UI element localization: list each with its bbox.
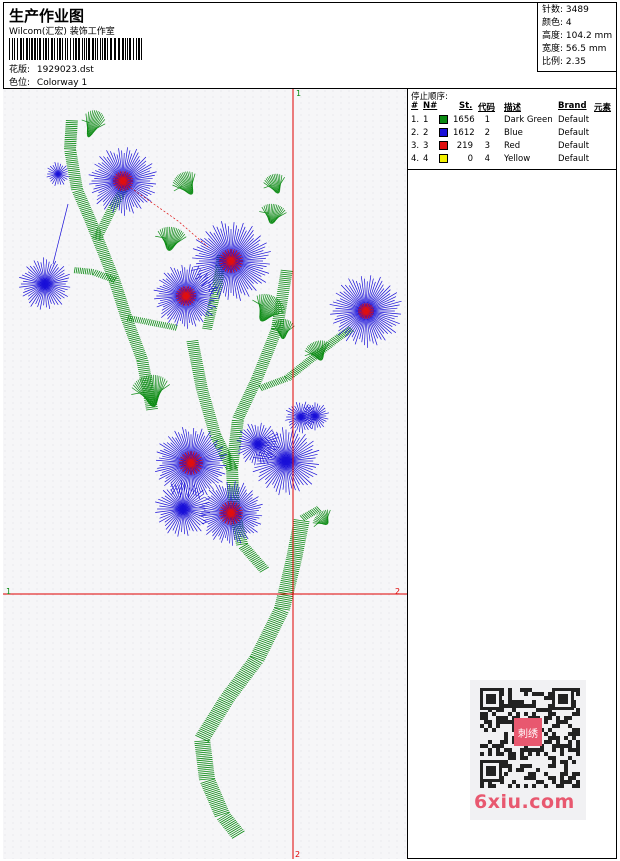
row-num: 3. bbox=[411, 141, 420, 151]
stop-sequence-header: # N# St. 代码 描述 Brand 元素 bbox=[408, 101, 617, 113]
axis-label-right: 2 bbox=[395, 587, 400, 596]
col-st: St. bbox=[459, 101, 473, 111]
stop-row: 3. 3 219 3 Red Default bbox=[408, 141, 617, 154]
col-brand: Brand bbox=[558, 101, 587, 111]
header: 生产作业图 Wilcom(汇宏) 装饰工作室 花版: 1929023.dst 色… bbox=[3, 2, 617, 89]
colorway-line: 色位: Colorway 1 bbox=[9, 75, 87, 88]
row-desc: Blue bbox=[504, 128, 523, 138]
row-num: 1. bbox=[411, 115, 420, 125]
row-desc: Yellow bbox=[504, 154, 531, 164]
design-file-line: 花版: 1929023.dst bbox=[9, 62, 94, 75]
row-n: 3 bbox=[423, 141, 429, 151]
row-color-swatch bbox=[439, 115, 448, 124]
stats-box: 针数: 3489 颜色: 4 高度: 104.2 mm 宽度: 56.5 mm … bbox=[537, 2, 617, 72]
axis-label-left: 1 bbox=[6, 587, 11, 596]
colorway-label: 色位: bbox=[9, 78, 31, 88]
stop-row: 4. 4 0 4 Yellow Default bbox=[408, 154, 617, 167]
row-stitches: 219 bbox=[456, 141, 473, 151]
company-name: Wilcom(汇宏) 装饰工作室 bbox=[9, 27, 115, 37]
stat-colors: 颜色: 4 bbox=[542, 18, 572, 28]
row-desc: Red bbox=[504, 141, 521, 151]
col-desc: 描述 bbox=[504, 103, 522, 113]
colorway-value: Colorway 1 bbox=[36, 78, 88, 88]
axis-label-top: 1 bbox=[296, 89, 301, 98]
watermark-stamp-text: 刺绣 bbox=[518, 727, 538, 740]
col-code: 代码 bbox=[478, 103, 496, 113]
stop-row: 2. 2 1612 2 Blue Default bbox=[408, 128, 617, 141]
row-brand: Default bbox=[558, 115, 590, 125]
stop-row: 1. 1 1656 1 Dark Green Default bbox=[408, 115, 617, 128]
embroidery-drawing: 1 1 2 2 bbox=[3, 89, 407, 859]
row-code: 1 bbox=[484, 115, 490, 125]
row-n: 1 bbox=[423, 115, 429, 125]
col-hash: # bbox=[411, 101, 419, 111]
row-num: 4. bbox=[411, 154, 420, 164]
col-element: 元素 bbox=[594, 103, 612, 113]
row-stitches: 1612 bbox=[453, 128, 475, 138]
row-brand: Default bbox=[558, 141, 590, 151]
row-stitches: 1656 bbox=[453, 115, 475, 125]
page-title: 生产作业图 bbox=[9, 7, 85, 25]
stat-scale: 比例: 2.35 bbox=[542, 57, 586, 67]
row-stitches: 0 bbox=[467, 154, 473, 164]
watermark-text: 6xiu.com bbox=[474, 791, 575, 813]
row-brand: Default bbox=[558, 128, 590, 138]
row-code: 3 bbox=[484, 141, 490, 151]
stop-sequence-panel: 停止顺序: # N# St. 代码 描述 Brand 元素 1. 1 1656 1 Da… bbox=[408, 89, 617, 170]
row-num: 2. bbox=[411, 128, 420, 138]
row-color-swatch bbox=[439, 141, 448, 150]
design-file-label: 花版: bbox=[9, 65, 31, 75]
stat-width: 宽度: 56.5 mm bbox=[542, 44, 607, 54]
design-preview: 1 1 2 2 bbox=[3, 89, 408, 859]
row-n: 2 bbox=[423, 128, 429, 138]
design-file-value: 1929023.dst bbox=[36, 65, 94, 75]
row-code: 4 bbox=[484, 154, 490, 164]
stat-stitches: 针数: 3489 bbox=[542, 5, 589, 15]
row-color-swatch bbox=[439, 128, 448, 137]
row-n: 4 bbox=[423, 154, 429, 164]
row-color-swatch bbox=[439, 154, 448, 163]
row-code: 2 bbox=[484, 128, 490, 138]
axis-label-bottom: 2 bbox=[295, 850, 300, 859]
row-desc: Dark Green bbox=[504, 115, 553, 125]
stat-height: 高度: 104.2 mm bbox=[542, 31, 613, 41]
barcode bbox=[9, 38, 142, 60]
row-brand: Default bbox=[558, 154, 590, 164]
col-n: N# bbox=[423, 101, 438, 111]
